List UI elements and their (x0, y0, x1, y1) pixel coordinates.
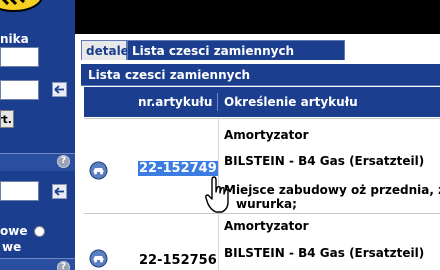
sidebar-button[interactable]: rt. (0, 110, 14, 128)
car-icon[interactable] (89, 249, 108, 268)
header-divider (217, 93, 218, 111)
part-name: Amortyzator (224, 128, 309, 142)
sidebar-input-1[interactable] (0, 47, 39, 67)
sidebar-input-3[interactable] (0, 181, 39, 201)
table-header: nr.artykułu Określenie artykułu (84, 87, 440, 117)
car-icon[interactable] (89, 161, 108, 180)
question-icon[interactable]: ? (57, 155, 70, 168)
column-header-okreslenie[interactable]: Określenie artykułu (224, 87, 358, 117)
hand-cursor-icon (205, 176, 229, 213)
part-detail: Miejsce zabudowy oż przednia, z (224, 183, 440, 197)
radio-button[interactable] (34, 226, 45, 237)
panel-title: Lista czesci zamiennych (81, 64, 440, 86)
part-brand: BILSTEIN - B4 Gas (Ersatzteil) (224, 246, 425, 260)
question-icon[interactable]: ? (57, 261, 70, 270)
radio-label-1: owe (0, 224, 28, 238)
row-divider (84, 118, 440, 119)
part-detail: wururka; (236, 197, 297, 211)
radio-label-2: we (2, 240, 22, 254)
part-brand: BILSTEIN - B4 Gas (Ersatzteil) (224, 154, 425, 168)
sidebar-label: nika (0, 32, 29, 46)
arrow-left-icon[interactable] (52, 184, 67, 199)
sidebar-input-2[interactable] (0, 80, 39, 100)
top-bar (75, 0, 440, 34)
column-divider (218, 214, 219, 270)
tab-detale[interactable]: detale (81, 40, 129, 60)
arrow-left-icon[interactable] (52, 82, 67, 97)
article-number[interactable]: 22-152749 (138, 161, 218, 176)
part-name: Amortyzator (224, 219, 309, 233)
tab-lista-czesci[interactable]: Lista czesci zamiennych (127, 40, 345, 60)
row-divider (84, 213, 440, 214)
sidebar: nika rt. ? owe we ? (0, 0, 75, 270)
column-header-nr[interactable]: nr.artykułu (138, 87, 212, 117)
article-number[interactable]: 22-152756 (139, 253, 217, 268)
logo (0, 0, 43, 12)
